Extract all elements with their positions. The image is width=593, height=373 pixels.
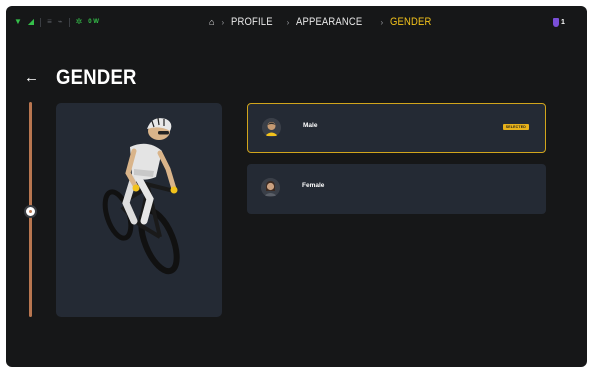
female-avatar [261,178,280,197]
breadcrumb: ⌂ › PROFILE › APPEARANCE › GENDER [209,16,438,28]
option-male[interactable]: Male SELECTED [247,103,546,153]
shield-icon [553,18,559,27]
slider-handle[interactable] [24,205,37,218]
status-divider [68,17,70,27]
chevron-right-icon: › [286,17,290,27]
power-readout: 0 W [88,19,99,25]
badge-count: 1 [561,19,565,26]
controller-icon: ⌁ [57,17,63,26]
wifi-icon: ▼ [14,17,22,26]
chevron-right-icon: › [380,17,384,27]
notification-badge[interactable]: 1 [553,18,565,27]
status-divider [40,17,42,27]
cyclist-illustration [102,117,180,275]
avatar-preview [56,103,222,317]
signal-icon: ◢ [27,17,35,26]
home-icon[interactable]: ⌂ [209,16,214,28]
male-avatar [262,118,281,137]
trainer-icon: ≡ [47,17,52,26]
top-bar: ▼ ◢ ≡ ⌁ ✲ 0 W ⌂ › PROFILE › APPEARANCE ›… [6,6,587,40]
option-label: Female [302,182,325,189]
chevron-right-icon: › [221,17,225,27]
app-window: ▼ ◢ ≡ ⌁ ✲ 0 W ⌂ › PROFILE › APPEARANCE ›… [6,6,587,367]
selected-badge: SELECTED [502,124,529,130]
option-label: Male [303,122,318,129]
back-button[interactable]: ← [24,70,39,86]
power-icon: ✲ [75,17,83,26]
breadcrumb-gender: GENDER [390,16,432,28]
option-female[interactable]: Female [247,164,546,214]
page-title: GENDER [56,66,137,89]
breadcrumb-appearance[interactable]: APPEARANCE [296,16,362,28]
breadcrumb-profile[interactable]: PROFILE [231,16,273,28]
status-indicators: ▼ ◢ ≡ ⌁ ✲ 0 W [14,17,99,27]
